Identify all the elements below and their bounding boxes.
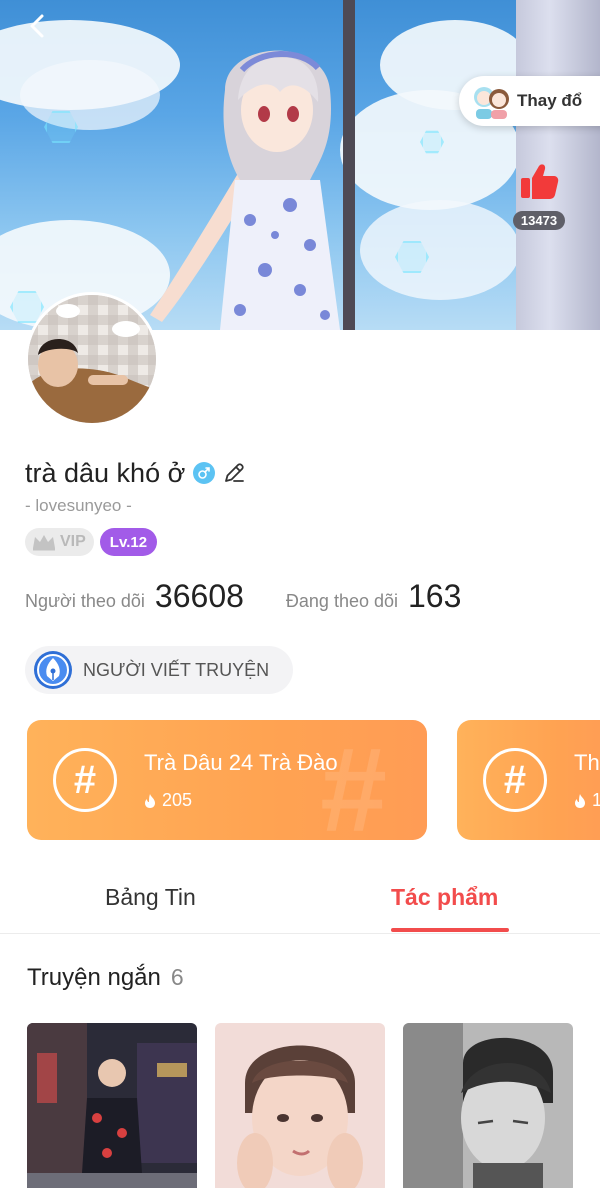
- hashtag-icon: #: [483, 748, 547, 812]
- topic-count-value: 1: [592, 790, 600, 810]
- profile-handle: - lovesunyeo -: [25, 496, 132, 515]
- profile-tabs: Bảng Tin Tác phẩm: [0, 870, 600, 934]
- pen-nib-icon: [34, 651, 72, 689]
- story-thumbnails: [27, 1023, 573, 1188]
- tab-works[interactable]: Tác phẩm: [391, 884, 498, 911]
- following-label[interactable]: Đang theo dõi: [286, 591, 398, 612]
- name-row: trà dâu khó ở: [25, 456, 247, 490]
- followers-count[interactable]: 36608: [155, 578, 244, 615]
- vip-label: VIP: [60, 533, 86, 550]
- topic-title: Trà Dâu 24 Trà Đào: [144, 750, 338, 775]
- back-arrow-icon[interactable]: [20, 8, 56, 44]
- section-title: Truyện ngắn: [27, 964, 161, 991]
- topic-card[interactable]: # # Trà Dâu 24 Trà Đào 205: [27, 720, 427, 840]
- topic-card[interactable]: # Th 1: [457, 720, 600, 840]
- edit-pencil-icon[interactable]: [221, 460, 247, 486]
- level-badge[interactable]: Lv.12: [99, 528, 158, 556]
- section-count: 6: [170, 964, 184, 990]
- active-tab-indicator: [391, 928, 509, 932]
- profile-banner: 13473: [0, 0, 600, 330]
- writer-role-badge[interactable]: NGƯỜI VIẾT TRUYỆN: [25, 646, 293, 694]
- like-widget[interactable]: 13473: [506, 160, 572, 230]
- tab-news-feed[interactable]: Bảng Tin: [105, 884, 196, 911]
- crown-icon: [33, 535, 55, 551]
- like-count: 13473: [512, 211, 566, 230]
- story-cover-image: [403, 1023, 573, 1188]
- avatar[interactable]: [25, 292, 159, 426]
- story-thumbnail[interactable]: [403, 1023, 573, 1188]
- following-count[interactable]: 163: [408, 578, 461, 615]
- writer-role-label: NGƯỜI VIẾT TRUYỆN: [83, 659, 270, 680]
- cloud-decoration: [360, 200, 520, 300]
- anime-character-illustration: [150, 50, 340, 330]
- profile-name: trà dâu khó ở: [25, 457, 186, 488]
- change-outfit-button[interactable]: Thay đổ: [459, 76, 600, 126]
- change-outfit-label: Thay đổ: [517, 91, 583, 110]
- male-gender-icon: [193, 462, 216, 484]
- topic-count: 205: [144, 790, 192, 811]
- topic-count: 1: [574, 790, 600, 811]
- follow-stats: Người theo dõi 36608 Đang theo dõi 163: [25, 578, 461, 615]
- vip-badge[interactable]: VIP: [25, 528, 94, 556]
- story-cover-image: [215, 1023, 385, 1188]
- topic-title: Th: [574, 750, 600, 775]
- level-label: Lv.12: [109, 533, 148, 551]
- avatar-photo: [28, 295, 156, 423]
- fire-icon: [145, 793, 155, 808]
- section-header: Truyện ngắn 6: [27, 964, 184, 992]
- story-thumbnail[interactable]: [215, 1023, 385, 1188]
- topic-count-value: 205: [162, 790, 193, 810]
- followers-label[interactable]: Người theo dõi: [25, 591, 145, 612]
- couple-avatar-icon: [474, 87, 509, 119]
- thumbs-up-icon[interactable]: [517, 160, 561, 204]
- fire-icon: [575, 793, 585, 808]
- story-cover-image: [27, 1023, 197, 1188]
- hashtag-icon: #: [53, 748, 117, 812]
- badges-row: VIP Lv.12: [25, 528, 158, 556]
- story-thumbnail[interactable]: [27, 1023, 197, 1188]
- cloud-decoration: [20, 60, 160, 130]
